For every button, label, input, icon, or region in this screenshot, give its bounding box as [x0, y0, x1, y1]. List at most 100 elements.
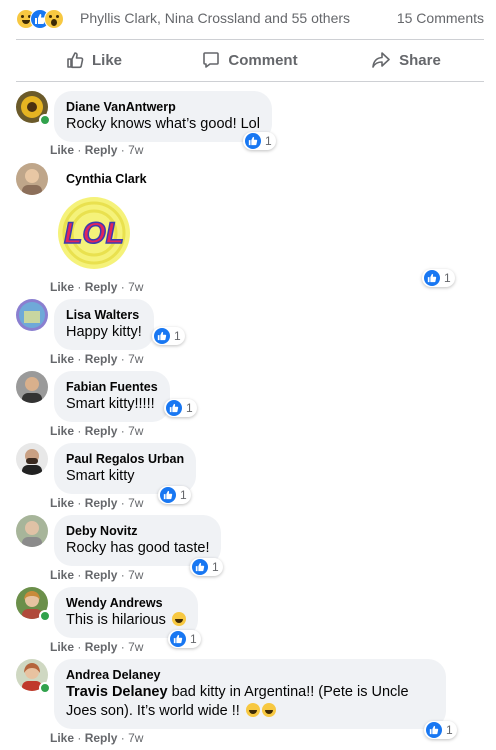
comment-reply-link[interactable]: Reply: [85, 731, 118, 745]
comment-time[interactable]: 7w: [128, 143, 143, 157]
reaction-count[interactable]: 1: [158, 486, 191, 504]
avatar[interactable]: [16, 299, 48, 331]
like-label: Like: [91, 51, 122, 69]
comment-time[interactable]: 7w: [128, 280, 143, 294]
like-icon: [192, 559, 208, 575]
comment-like-link[interactable]: Like: [50, 143, 74, 157]
comment-author[interactable]: Wendy Andrews: [66, 595, 186, 611]
avatar[interactable]: [16, 163, 48, 195]
reaction-count[interactable]: 1: [424, 721, 457, 739]
avatar[interactable]: [16, 443, 48, 475]
reaction-number: 1: [444, 271, 451, 285]
comment-author[interactable]: Deby Novitz: [66, 523, 209, 539]
comment-bubble[interactable]: Diane VanAntwerp Rocky knows what’s good…: [54, 91, 272, 142]
comment-like-link[interactable]: Like: [50, 496, 74, 510]
comment-label: Comment: [228, 51, 298, 69]
thumbs-up-icon: [67, 52, 84, 69]
reaction-count[interactable]: 1: [243, 132, 276, 150]
comment-author[interactable]: Andrea Delaney: [66, 667, 434, 683]
reaction-count[interactable]: 1: [422, 269, 455, 287]
like-button[interactable]: Like: [16, 40, 172, 80]
reaction-number: 1: [212, 560, 219, 574]
comment-count[interactable]: 15 Comments: [397, 10, 484, 26]
reaction-number: 1: [190, 632, 197, 646]
comment-reply-link[interactable]: Reply: [85, 280, 118, 294]
comment-meta: Like · Reply · 7w: [50, 424, 144, 438]
reaction-count[interactable]: 1: [152, 327, 185, 345]
comment-meta: Like · Reply · 7w: [50, 640, 144, 654]
reaction-count[interactable]: 1: [164, 399, 197, 417]
comment-like-link[interactable]: Like: [50, 640, 74, 654]
comment-reply-link[interactable]: Reply: [85, 424, 118, 438]
comment-time[interactable]: 7w: [128, 640, 143, 654]
comment-time[interactable]: 7w: [128, 568, 143, 582]
comment-time[interactable]: 7w: [128, 496, 143, 510]
comment-time[interactable]: 7w: [128, 424, 143, 438]
share-icon: [372, 52, 390, 68]
comment-bubble[interactable]: Fabian Fuentes Smart kitty!!!!!: [54, 371, 170, 422]
comment-time[interactable]: 7w: [128, 352, 143, 366]
comment-bubble[interactable]: Lisa Walters Happy kitty!: [54, 299, 154, 350]
comment-text: This is hilarious: [66, 611, 186, 630]
comment-meta: Like · Reply · 7w: [50, 352, 144, 366]
action-bar: Like Comment Share: [16, 40, 484, 80]
comment-like-link[interactable]: Like: [50, 280, 74, 294]
comment-bubble[interactable]: Andrea Delaney Travis Delaney bad kitty …: [54, 659, 446, 729]
reaction-number: 1: [180, 488, 187, 502]
comment-like-link[interactable]: Like: [50, 568, 74, 582]
comment-author[interactable]: Paul Regalos Urban: [66, 451, 184, 467]
comment-reply-link[interactable]: Reply: [85, 640, 118, 654]
laughing-emoji-icon: [171, 612, 186, 626]
comment-author[interactable]: Diane VanAntwerp: [66, 99, 260, 115]
comment-text: Smart kitty: [66, 468, 135, 484]
reaction-summary: Phyllis Clark, Nina Crossland and 55 oth…: [0, 0, 496, 38]
comment-reply-link[interactable]: Reply: [85, 143, 118, 157]
comment-meta: Like · Reply · 7w: [50, 280, 144, 294]
rofl-emoji-icon: [245, 703, 260, 717]
comment-meta: Like · Reply · 7w: [50, 568, 144, 582]
sticker-text: LOL: [64, 217, 124, 250]
avatar[interactable]: [16, 371, 48, 403]
like-icon: [170, 631, 186, 647]
comment-author[interactable]: Lisa Walters: [66, 307, 142, 323]
like-icon: [424, 270, 440, 286]
comment-text: Smart kitty!!!!!: [66, 396, 155, 412]
wow-icon: [44, 9, 64, 29]
comment-meta: Like · Reply · 7w: [50, 496, 144, 510]
comment-like-link[interactable]: Like: [50, 424, 74, 438]
rofl-emoji-icon: [261, 703, 276, 717]
reaction-names[interactable]: Phyllis Clark, Nina Crossland and 55 oth…: [80, 10, 350, 26]
like-icon: [166, 400, 182, 416]
online-indicator: [39, 682, 51, 694]
comment-author[interactable]: Cynthia Clark: [66, 171, 147, 187]
like-icon: [426, 722, 442, 738]
comment-like-link[interactable]: Like: [50, 731, 74, 745]
comment-time[interactable]: 7w: [128, 731, 143, 745]
reaction-count[interactable]: 1: [190, 558, 223, 576]
avatar[interactable]: [16, 515, 48, 547]
mention-link[interactable]: Travis Delaney: [66, 684, 168, 700]
reaction-icons[interactable]: [16, 9, 76, 29]
lol-sticker[interactable]: LOL: [54, 193, 134, 273]
comment-text: Travis Delaney bad kitty in Argentina!! …: [66, 684, 409, 719]
reaction-count[interactable]: 1: [168, 630, 201, 648]
like-icon: [154, 328, 170, 344]
comment-author[interactable]: Fabian Fuentes: [66, 379, 158, 395]
like-icon: [245, 133, 261, 149]
comment-meta: Like · Reply · 7w: [50, 731, 144, 745]
comment-reply-link[interactable]: Reply: [85, 496, 118, 510]
comment-reply-link[interactable]: Reply: [85, 352, 118, 366]
reaction-number: 1: [265, 134, 272, 148]
reaction-number: 1: [186, 401, 193, 415]
comment-button[interactable]: Comment: [172, 40, 328, 80]
reaction-number: 1: [174, 329, 181, 343]
comment-meta: Like · Reply · 7w: [50, 143, 144, 157]
comment-like-link[interactable]: Like: [50, 352, 74, 366]
comment-icon: [203, 52, 220, 68]
like-icon: [160, 487, 176, 503]
share-button[interactable]: Share: [328, 40, 484, 80]
divider: [16, 81, 484, 82]
reaction-number: 1: [446, 723, 453, 737]
comment-reply-link[interactable]: Reply: [85, 568, 118, 582]
share-label: Share: [399, 51, 441, 69]
